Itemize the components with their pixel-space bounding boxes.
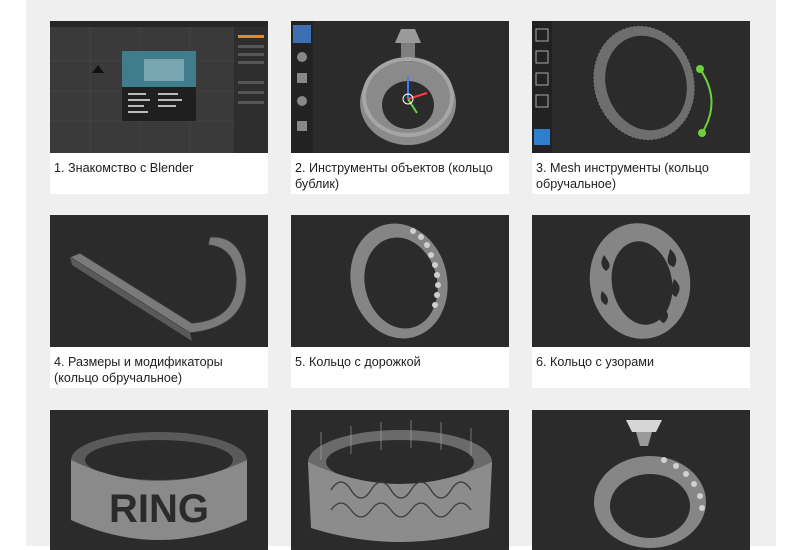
solitaire-ring-icon — [532, 410, 750, 550]
blender-interface-icon — [50, 21, 268, 153]
lesson-card[interactable]: 5. Кольцо с дорожкой — [291, 215, 509, 388]
eternity-ring-icon — [291, 215, 509, 347]
lesson-card[interactable]: 4. Размеры и модификаторы (кольцо обруча… — [50, 215, 268, 388]
lesson-title: 6. Кольцо с узорами — [536, 355, 654, 369]
torus-ring-icon — [291, 21, 509, 153]
lesson-title: 5. Кольцо с дорожкой — [295, 355, 421, 369]
pattern-ring-icon — [532, 215, 750, 347]
ornate-ring-icon — [291, 410, 509, 550]
mesh-band-ring-icon — [532, 21, 750, 153]
lesson-title: 2. Инструменты объектов (кольцо бублик) — [295, 161, 493, 191]
lesson-title: 3. Mesh инструменты (кольцо обручальное) — [536, 161, 709, 191]
lesson-card[interactable] — [291, 410, 509, 550]
lesson-card[interactable]: 1. Знакомство с Blender — [50, 21, 268, 194]
lesson-card[interactable] — [532, 410, 750, 550]
lesson-card[interactable]: 2. Инструменты объектов (кольцо бублик) — [291, 21, 509, 194]
lettered-ring-icon: RING — [50, 410, 268, 550]
lesson-card[interactable]: RING — [50, 410, 268, 550]
lessons-grid: 1. Знакомство с Blender 2. Инструменты о… — [26, 0, 776, 550]
bent-strip-icon — [50, 215, 268, 347]
lesson-card[interactable]: 6. Кольцо с узорами — [532, 215, 750, 388]
lesson-card[interactable]: 3. Mesh инструменты (кольцо обручальное) — [532, 21, 750, 194]
ring-lettering: RING — [109, 487, 209, 531]
lesson-title: 1. Знакомство с Blender — [54, 161, 194, 175]
lesson-title: 4. Размеры и модификаторы (кольцо обруча… — [54, 355, 223, 385]
